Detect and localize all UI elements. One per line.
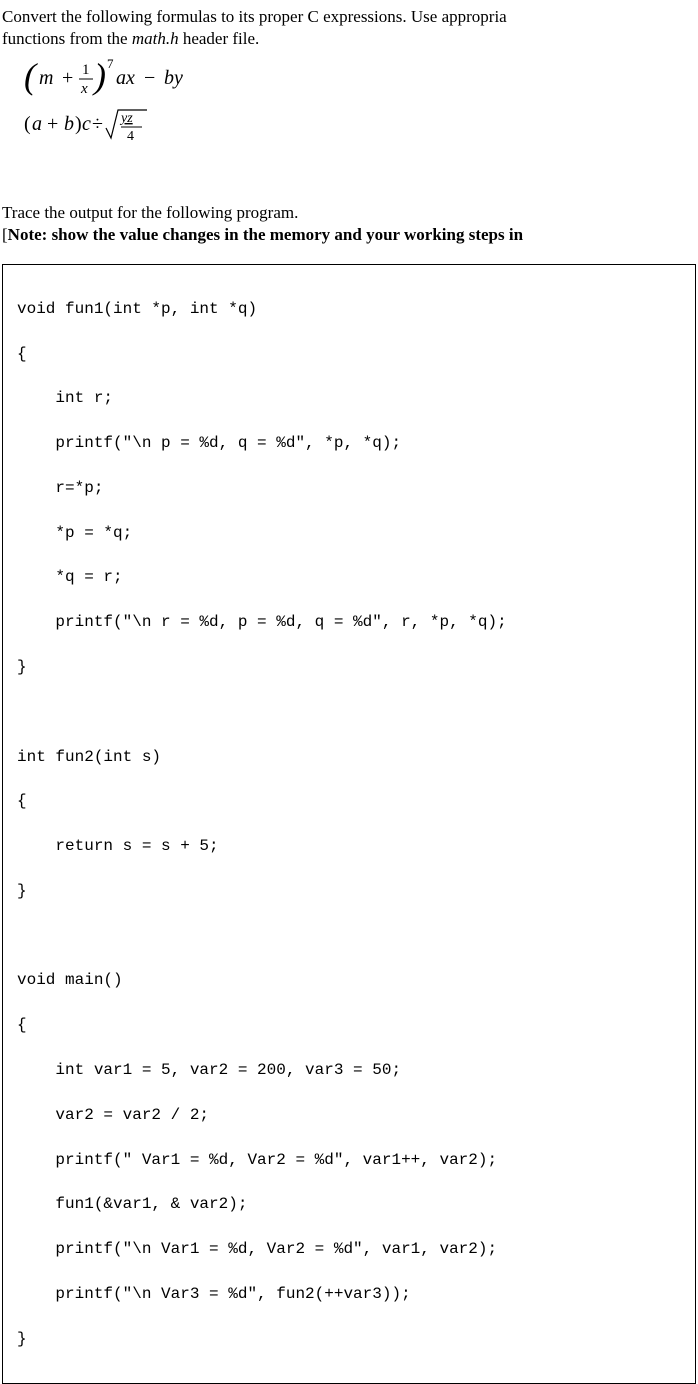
- code-line: printf(" Var1 = %d, Var2 = %d", var1++, …: [17, 1149, 681, 1171]
- code-line: {: [17, 1014, 681, 1036]
- q2-note-bold: Note: show the value changes in the memo…: [8, 225, 523, 244]
- code-line: printf("\n Var3 = %d", fun2(++var3));: [17, 1283, 681, 1305]
- question-2: Trace the output for the following progr…: [0, 202, 698, 246]
- svg-text:ax: ax: [116, 67, 135, 89]
- svg-text:yz: yz: [119, 111, 133, 126]
- q2-prompt: Trace the output for the following progr…: [2, 202, 696, 224]
- code-blank: [17, 701, 681, 723]
- formula-2: ( a + b ) c ÷ yz 4: [24, 102, 304, 152]
- svg-text:x: x: [80, 81, 88, 97]
- code-line: printf("\n Var1 = %d, Var2 = %d", var1, …: [17, 1238, 681, 1260]
- formula-1: ( m + 1 x ) 7 ax − by: [24, 54, 304, 102]
- code-line: void main(): [17, 969, 681, 991]
- code-line: *p = *q;: [17, 522, 681, 544]
- code-line: {: [17, 790, 681, 812]
- code-line: }: [17, 1328, 681, 1350]
- svg-text:): ): [92, 56, 106, 96]
- q1-line2-suffix: header file.: [179, 29, 260, 48]
- code-listing: void fun1(int *p, int *q) { int r; print…: [2, 264, 696, 1383]
- code-line: void fun1(int *p, int *q): [17, 298, 681, 320]
- code-line: }: [17, 880, 681, 902]
- svg-text:+: +: [47, 113, 58, 135]
- q1-line1: Convert the following formulas to its pr…: [2, 7, 507, 26]
- svg-text:b: b: [64, 113, 74, 135]
- svg-text:(: (: [24, 113, 31, 135]
- code-line: int fun2(int s): [17, 746, 681, 768]
- code-blank: [17, 925, 681, 947]
- code-line: }: [17, 656, 681, 678]
- question-1: Convert the following formulas to its pr…: [0, 6, 698, 152]
- svg-text:4: 4: [127, 129, 134, 144]
- svg-text:7: 7: [107, 56, 114, 71]
- code-line: r=*p;: [17, 477, 681, 499]
- q1-mathh: math.h: [132, 29, 179, 48]
- code-line: {: [17, 343, 681, 365]
- code-line: fun1(&var1, & var2);: [17, 1193, 681, 1215]
- svg-text:−: −: [144, 67, 155, 89]
- code-line: return s = s + 5;: [17, 835, 681, 857]
- code-line: var2 = var2 / 2;: [17, 1104, 681, 1126]
- code-line: *q = r;: [17, 566, 681, 588]
- svg-text:a: a: [32, 113, 42, 135]
- code-line: printf("\n p = %d, q = %d", *p, *q);: [17, 432, 681, 454]
- code-line: int var1 = 5, var2 = 200, var3 = 50;: [17, 1059, 681, 1081]
- formula-block: ( m + 1 x ) 7 ax − by ( a + b ): [2, 50, 696, 152]
- svg-text:1: 1: [82, 62, 90, 78]
- svg-text:): ): [75, 113, 82, 135]
- svg-text:+: +: [62, 67, 73, 89]
- svg-text:m: m: [39, 67, 53, 89]
- q1-prompt: Convert the following formulas to its pr…: [2, 6, 696, 50]
- svg-text:c: c: [82, 113, 91, 135]
- svg-text:÷: ÷: [92, 113, 103, 135]
- code-line: printf("\n r = %d, p = %d, q = %d", r, *…: [17, 611, 681, 633]
- code-line: int r;: [17, 387, 681, 409]
- svg-text:by: by: [164, 67, 183, 89]
- q2-note: [Note: show the value changes in the mem…: [2, 224, 696, 246]
- svg-text:(: (: [24, 56, 38, 96]
- q1-line2-prefix: functions from the: [2, 29, 132, 48]
